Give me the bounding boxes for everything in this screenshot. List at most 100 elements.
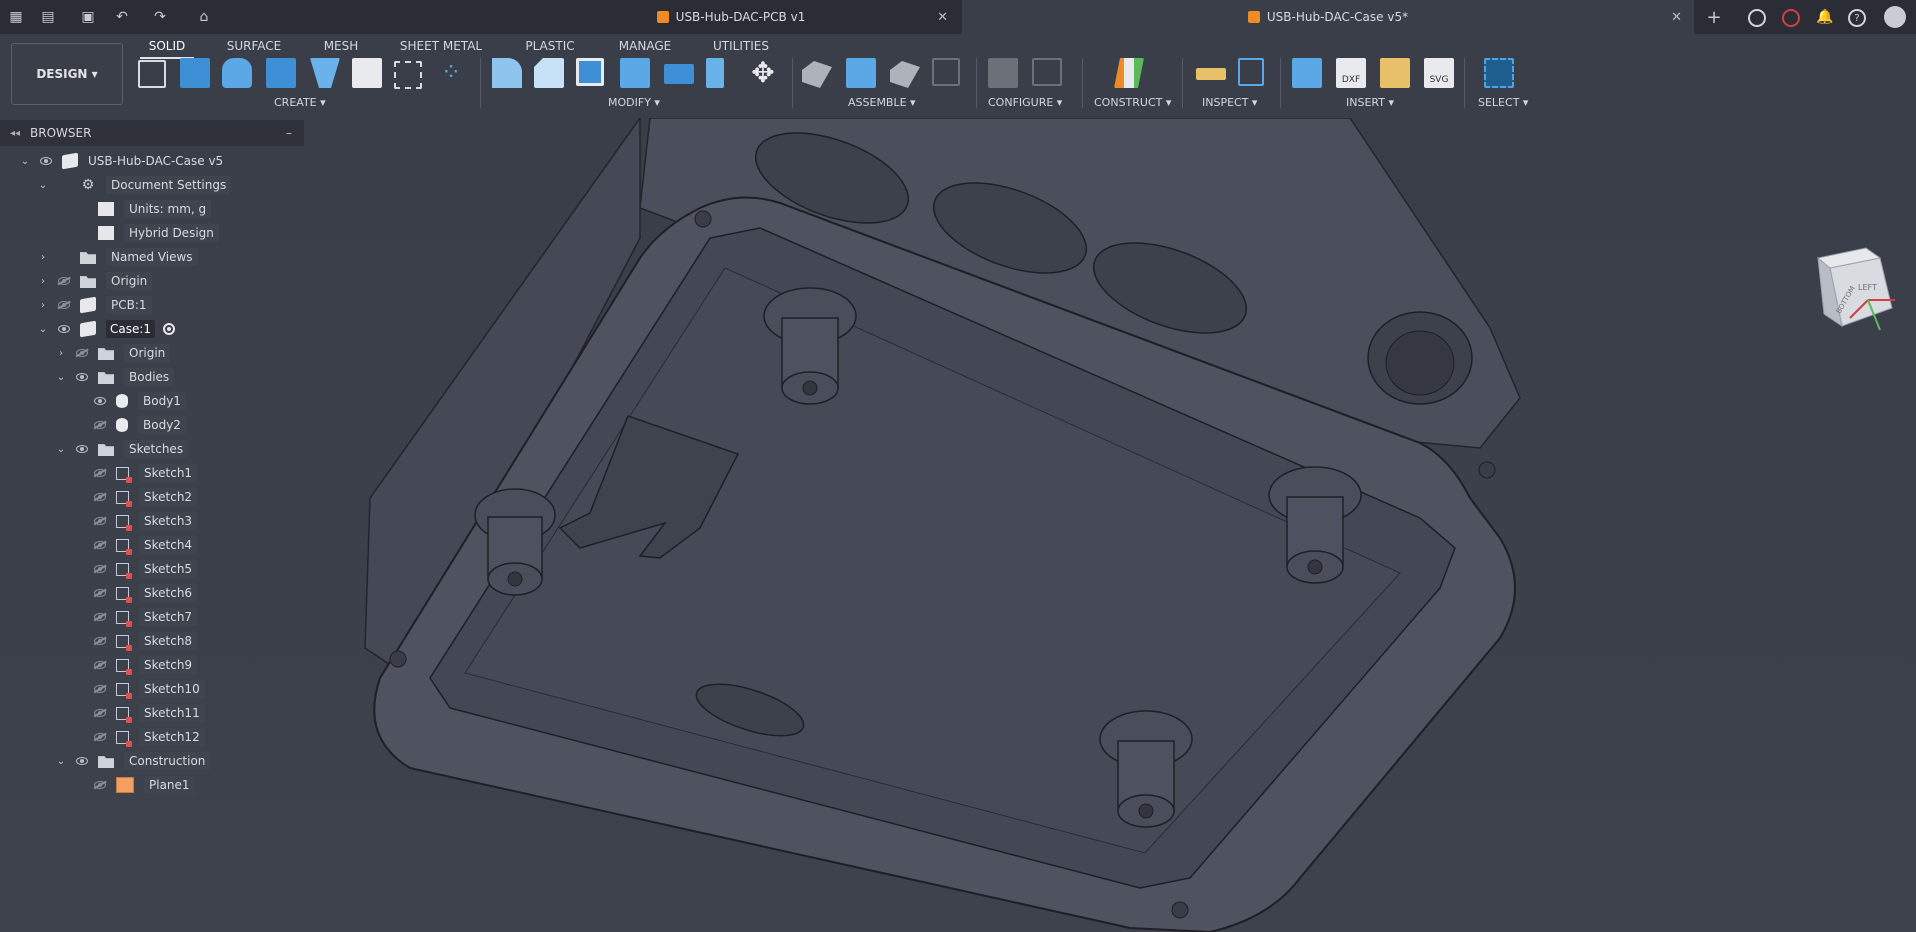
browser-row[interactable]: › Named Views	[36, 246, 198, 268]
offset-face-icon[interactable]	[706, 58, 724, 88]
tab-surface[interactable]: SURFACE	[218, 35, 290, 57]
eye-hidden-icon[interactable]	[92, 420, 108, 430]
tab-plastic[interactable]: PLASTIC	[520, 35, 580, 57]
browser-row[interactable]: Plane1	[72, 774, 195, 796]
rigid-group-icon[interactable]	[932, 58, 960, 86]
group-insert[interactable]: INSERT ▾	[1346, 96, 1394, 109]
browser-row[interactable]: Sketch4	[72, 534, 198, 556]
eye-hidden-icon[interactable]	[92, 516, 108, 526]
eye-hidden-icon[interactable]	[56, 300, 72, 310]
eye-hidden-icon[interactable]	[92, 732, 108, 742]
expand-chevron-icon[interactable]: ⌄	[36, 180, 50, 191]
revolve-icon[interactable]	[222, 58, 252, 88]
sweep-icon[interactable]	[266, 58, 296, 88]
insert-svg-icon[interactable]: SVG	[1424, 58, 1454, 88]
browser-row[interactable]: ⌄ Construction	[54, 750, 211, 772]
eye-hidden-icon[interactable]	[56, 276, 72, 286]
combine-icon[interactable]	[620, 58, 650, 88]
expand-chevron-icon[interactable]: ›	[54, 348, 68, 359]
browser-row[interactable]: Sketch8	[72, 630, 198, 652]
home-icon[interactable]: ⌂	[194, 7, 214, 27]
browser-row[interactable]: Sketch11	[72, 702, 205, 724]
eye-hidden-icon[interactable]	[92, 636, 108, 646]
eye-hidden-icon[interactable]	[92, 684, 108, 694]
rectangular-pattern-icon[interactable]	[394, 61, 422, 89]
browser-collapse-icon[interactable]: –	[286, 126, 292, 140]
eye-icon[interactable]	[74, 756, 90, 766]
tab-solid[interactable]: SOLID	[140, 35, 194, 59]
job-status-icon[interactable]	[1782, 9, 1800, 27]
group-modify[interactable]: MODIFY ▾	[608, 96, 660, 109]
eye-icon[interactable]	[56, 324, 72, 334]
tab-pcb[interactable]: USB-Hub-DAC-PCB v1 ✕	[502, 0, 960, 34]
expand-chevron-icon[interactable]: ⌄	[36, 324, 50, 335]
expand-chevron-icon[interactable]: ⌄	[54, 756, 68, 767]
eye-hidden-icon[interactable]	[92, 660, 108, 670]
add-tab-icon[interactable]: +	[1704, 7, 1724, 28]
eye-icon[interactable]	[74, 444, 90, 454]
browser-row[interactable]: Body1	[72, 390, 186, 412]
extensions-icon[interactable]	[1748, 9, 1766, 27]
expand-chevron-icon[interactable]: ⌄	[54, 444, 68, 455]
eye-hidden-icon[interactable]	[92, 708, 108, 718]
canvas-viewport[interactable]: LEFT BOTTOM	[0, 118, 1916, 932]
extrude-icon[interactable]	[180, 58, 210, 88]
joint-icon[interactable]	[802, 61, 832, 88]
browser-row[interactable]: Sketch3	[72, 510, 198, 532]
browser-row[interactable]: Sketch7	[72, 606, 198, 628]
help-icon[interactable]: ?	[1848, 9, 1866, 27]
browser-row[interactable]: › PCB:1	[36, 294, 152, 316]
measure-icon[interactable]	[1196, 68, 1226, 80]
fillet-icon[interactable]	[534, 58, 564, 88]
browser-row[interactable]: › Origin	[54, 342, 171, 364]
expand-chevron-icon[interactable]: ⌄	[18, 156, 32, 167]
circular-pattern-icon[interactable]: ⁘	[436, 58, 466, 88]
browser-row[interactable]: Sketch5	[72, 558, 198, 580]
group-construct[interactable]: CONSTRUCT ▾	[1094, 96, 1171, 109]
shell-icon[interactable]	[576, 58, 604, 86]
file-icon[interactable]: ▤	[38, 7, 58, 27]
eye-hidden-icon[interactable]	[92, 540, 108, 550]
eye-hidden-icon[interactable]	[92, 468, 108, 478]
avatar-icon[interactable]	[1884, 6, 1906, 28]
browser-nav-icon[interactable]: ◂◂	[0, 128, 30, 139]
configure-icon[interactable]	[988, 58, 1018, 88]
browser-row[interactable]: Sketch10	[72, 678, 205, 700]
tab-case[interactable]: USB-Hub-DAC-Case v5* ✕	[962, 0, 1694, 34]
eye-icon[interactable]	[92, 396, 108, 406]
browser-row[interactable]: Sketch9	[72, 654, 198, 676]
split-body-icon[interactable]	[664, 64, 694, 84]
expand-chevron-icon[interactable]: ›	[36, 252, 50, 263]
workspace-switcher[interactable]: DESIGN ▾	[11, 43, 123, 105]
group-inspect[interactable]: INSPECT ▾	[1202, 96, 1257, 109]
browser-row[interactable]: Hybrid Design	[54, 222, 219, 244]
eye-icon[interactable]	[74, 372, 90, 382]
save-icon[interactable]: ▣	[78, 7, 98, 27]
browser-row[interactable]: › Origin	[36, 270, 153, 292]
expand-chevron-icon[interactable]: ›	[36, 300, 50, 311]
offset-plane-icon[interactable]	[1114, 58, 1144, 88]
viewcube-left-face[interactable]: LEFT	[1858, 283, 1877, 292]
eye-hidden-icon[interactable]	[92, 588, 108, 598]
browser-row[interactable]: Sketch12	[72, 726, 205, 748]
group-select[interactable]: SELECT ▾	[1478, 96, 1528, 109]
browser-row[interactable]: Body2	[72, 414, 186, 436]
tab-utilities[interactable]: UTILITIES	[708, 35, 774, 57]
expand-chevron-icon[interactable]: ⌄	[54, 372, 68, 383]
group-create[interactable]: CREATE ▾	[274, 96, 326, 109]
insert-mesh-icon[interactable]	[1380, 58, 1410, 88]
eye-icon[interactable]	[38, 156, 54, 166]
tab-sheet-metal[interactable]: SHEET METAL	[398, 35, 484, 57]
create-sketch-icon[interactable]	[138, 60, 166, 88]
browser-row[interactable]: ⌄ Bodies	[54, 366, 175, 388]
section-analysis-icon[interactable]	[1238, 58, 1264, 86]
eye-hidden-icon[interactable]	[92, 780, 108, 790]
configure-table-icon[interactable]	[1032, 58, 1062, 86]
move-copy-icon[interactable]: ✥	[748, 58, 778, 88]
as-built-joint-icon[interactable]	[890, 61, 920, 88]
activate-radio-icon[interactable]	[163, 323, 176, 335]
close-icon[interactable]: ✕	[937, 10, 948, 25]
insert-image-icon[interactable]	[1292, 58, 1322, 88]
undo-icon[interactable]: ↶	[112, 7, 132, 27]
close-icon[interactable]: ✕	[1671, 10, 1682, 25]
